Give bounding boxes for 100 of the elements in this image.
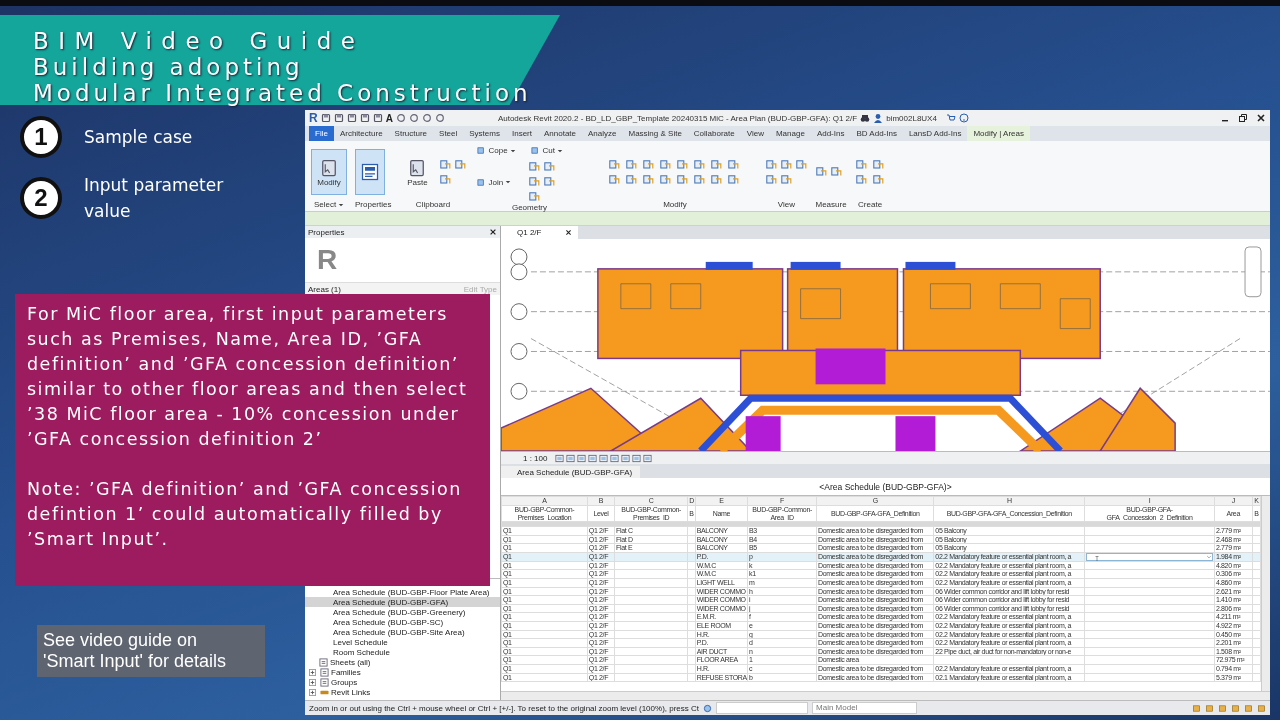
help-icon[interactable] [958,113,969,123]
tool-icon[interactable] [780,173,793,186]
view-control-icon[interactable] [599,453,609,463]
restore-icon[interactable] [1238,113,1248,123]
toolbar-icon[interactable] [320,113,331,123]
tool-icon[interactable] [659,173,672,186]
view-control-icon[interactable] [643,453,653,463]
text-tool-icon[interactable]: A [385,112,393,124]
user-name[interactable]: bim002L8UX4 [886,113,937,123]
ribbon-tab[interactable]: Manage [769,126,811,141]
view-control-icon[interactable] [588,453,598,463]
tool-icon[interactable] [727,173,740,186]
ribbon-tab[interactable]: Structure [388,126,434,141]
expand-icon[interactable] [309,688,316,696]
close-icon[interactable] [565,229,573,236]
expand-icon[interactable] [309,678,316,686]
tool-icon[interactable] [854,158,867,171]
dropdown-field[interactable] [1086,553,1213,561]
view-control-icon[interactable] [577,453,587,463]
ribbon-button[interactable]: Paste [399,149,436,195]
ribbon-tab[interactable]: Architecture [333,126,389,141]
ribbon-tab[interactable]: Insert [505,126,538,141]
binoculars-icon[interactable] [860,113,871,123]
caret-icon[interactable] [338,201,345,208]
toolbar-icon[interactable] [372,113,383,123]
ribbon-tab[interactable]: Modify | Areas [967,126,1030,141]
browser-item[interactable]: Level Schedule [305,637,500,647]
tool-icon[interactable] [780,158,793,171]
toolbar-icon[interactable] [346,113,357,123]
floor-plan-tab[interactable]: Q1 2/F [501,226,579,239]
ribbon-button[interactable]: Modify [311,149,347,195]
tool-icon[interactable] [676,158,689,171]
ribbon-tab[interactable]: Collaborate [687,126,741,141]
ribbon-tab[interactable]: Analyze [582,126,623,141]
tool-icon[interactable] [710,173,723,186]
ribbon-tab[interactable]: Massing & Site [622,126,688,141]
tool-icon[interactable] [625,158,638,171]
workset-field[interactable]: Main Model [812,702,918,714]
view-control-icon[interactable] [610,453,620,463]
app-logo[interactable]: R [309,111,318,125]
browser-item[interactable]: Families [305,667,500,677]
tool-icon[interactable] [528,161,541,173]
toolbar-icon[interactable] [333,113,344,123]
view-control-icon[interactable] [621,453,631,463]
tool-icon[interactable] [727,158,740,171]
schedule-tab[interactable]: Area Schedule (BUD-GBP-GFA) [501,466,641,478]
tool-icon[interactable] [693,173,706,186]
browser-item[interactable]: Area Schedule (BUD-GBP-SC) [305,617,500,627]
tool-icon[interactable] [795,158,808,171]
tool-icon[interactable] [710,158,723,171]
status-field[interactable] [716,702,809,714]
toolbar-icon[interactable] [434,113,445,123]
tool-icon[interactable] [830,166,843,178]
close-icon[interactable] [489,228,497,236]
tool-icon[interactable] [659,158,672,171]
user-icon[interactable] [873,113,884,123]
cart-icon[interactable] [945,113,956,123]
browser-item[interactable]: Area Schedule (BUD-GBP-GFA) [305,597,500,607]
view-scale[interactable]: 1 : 100 [523,453,548,463]
workset-icon[interactable] [703,703,713,713]
browser-item[interactable]: Sheets (all) [305,657,500,667]
view-control-icon[interactable] [555,453,565,463]
toolbar-icon[interactable] [395,113,406,123]
tool-icon[interactable] [854,173,867,186]
toolbar-icon[interactable] [408,113,419,123]
tool-icon[interactable] [765,173,778,186]
ribbon-button[interactable]: Join [474,175,525,189]
tool-icon[interactable] [608,173,621,186]
tool-icon[interactable] [642,173,655,186]
ribbon-button[interactable]: Cut [528,144,579,157]
toolbar-icon[interactable] [421,113,432,123]
properties-button[interactable] [355,149,385,195]
browser-item[interactable]: Revit Links [305,687,500,697]
browser-item[interactable]: Area Schedule (BUD-GBP-Greenery) [305,607,500,617]
tool-icon[interactable] [871,173,884,186]
ribbon-tab[interactable]: Annotate [537,126,582,141]
scrollbar[interactable] [501,691,1270,700]
ribbon-tab[interactable]: BD Add-Ins [850,126,903,141]
ribbon-tab[interactable]: Steel [433,126,464,141]
tool-icon[interactable] [608,158,621,171]
tool-icon[interactable] [528,176,541,188]
ribbon-tab[interactable]: LansD Add-Ins [902,126,968,141]
view-control-icon[interactable] [566,453,576,463]
close-icon[interactable] [1256,113,1266,123]
tool-icon[interactable] [871,158,884,171]
ribbon-tab[interactable]: View [740,126,770,141]
browser-item[interactable]: Area Schedule (BUD-GBP-Site Area) [305,627,500,637]
browser-item[interactable]: Area Schedule (BUD-GBP-Floor Plate Area) [305,587,500,597]
ribbon-tab[interactable]: File [309,126,334,141]
tool-icon[interactable] [439,173,452,186]
view-control-icon[interactable] [632,453,642,463]
expand-icon[interactable] [309,668,316,676]
tool-icon[interactable] [815,166,828,178]
ribbon-button[interactable]: Cope [474,144,525,157]
tool-icon[interactable] [625,173,638,186]
browser-item[interactable]: Groups [305,677,500,687]
tool-icon[interactable] [676,173,689,186]
ribbon-tab[interactable]: Add-Ins [810,126,851,141]
scrollbar[interactable] [1261,496,1270,691]
tool-icon[interactable] [439,158,452,171]
